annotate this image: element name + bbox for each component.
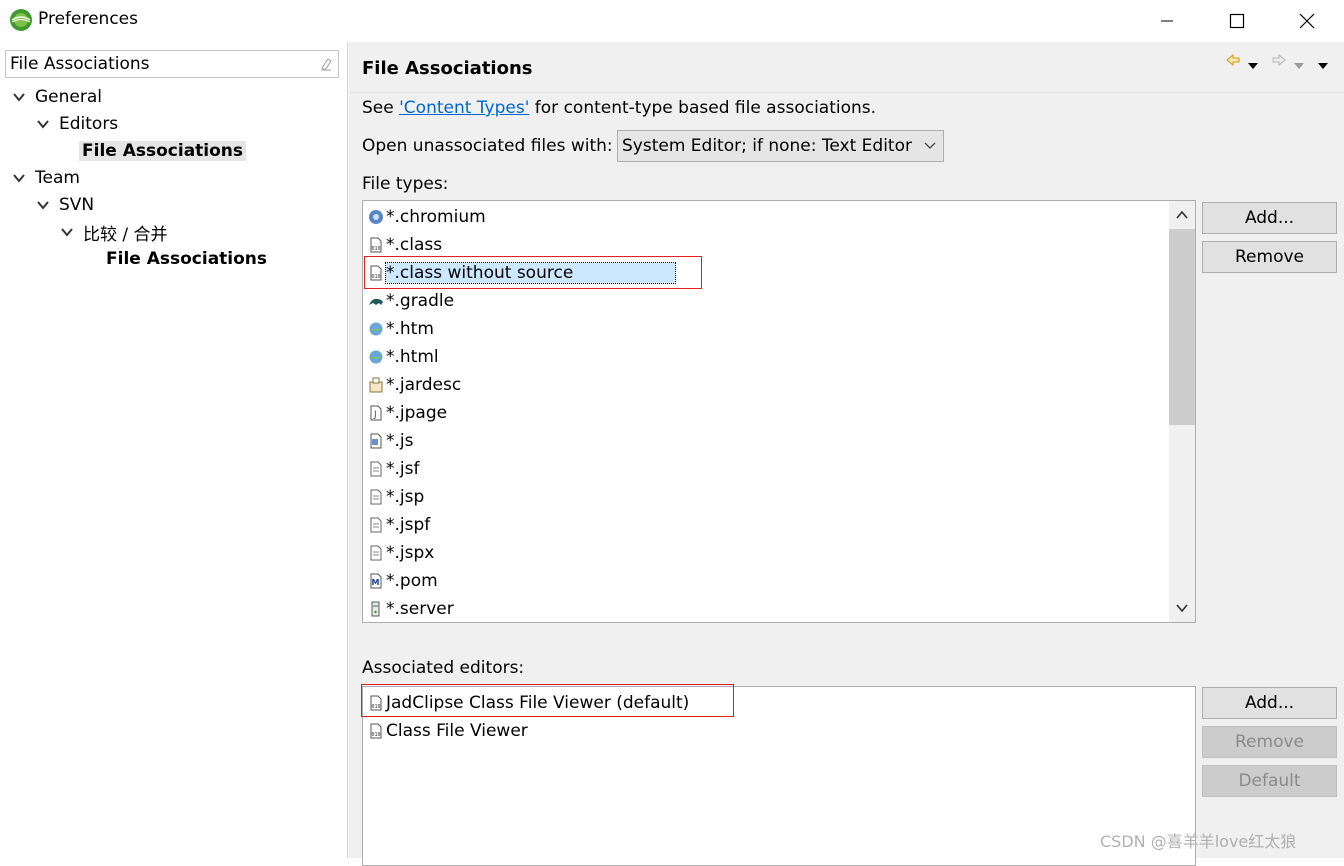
remove-file-type-button[interactable]: Remove [1202, 241, 1337, 273]
close-button[interactable] [1272, 0, 1342, 42]
add-editor-button[interactable]: Add... [1202, 687, 1337, 719]
chromium-icon [368, 209, 384, 225]
tree-item-label: SVN [59, 195, 95, 215]
highlight-box [361, 684, 734, 717]
globe-icon [368, 321, 384, 337]
list-item[interactable]: M *.pom [368, 567, 438, 595]
history-navigation [1225, 52, 1335, 72]
list-item[interactable]: *.gradle [368, 287, 454, 315]
list-item[interactable]: *.jspf [368, 511, 430, 539]
unassociated-editor-select[interactable]: System Editor; if none: Text Editor [617, 130, 944, 162]
chevron-down-icon[interactable] [10, 169, 28, 187]
eclipse-icon [10, 9, 32, 31]
scroll-down-icon[interactable] [1169, 594, 1195, 622]
class-file-icon: 010 [368, 237, 384, 253]
list-item[interactable]: *.jsf [368, 455, 419, 483]
preferences-navigation: General Editors File Associations Team S… [0, 42, 348, 858]
svg-text:010: 010 [372, 732, 381, 738]
list-item[interactable]: J *.jpage [368, 399, 447, 427]
unassociated-editor-value: System Editor; if none: Text Editor [622, 136, 912, 156]
svg-text:010: 010 [372, 246, 381, 252]
add-file-type-button[interactable]: Add... [1202, 202, 1337, 234]
list-item[interactable]: 010 *.class [368, 231, 442, 259]
title-bar: Preferences [0, 0, 1344, 42]
tree-item-label: Team [35, 168, 80, 188]
class-file-icon: 010 [368, 723, 384, 739]
chevron-down-icon[interactable] [58, 223, 76, 241]
chevron-down-icon [924, 142, 936, 149]
text-file-icon [368, 461, 384, 477]
list-item[interactable]: *.server [368, 595, 454, 622]
jar-icon [368, 377, 384, 393]
globe-icon [368, 349, 384, 365]
svg-text:M: M [372, 578, 380, 587]
list-item[interactable]: *.htm [368, 315, 434, 343]
list-item[interactable]: *.jardesc [368, 371, 461, 399]
tree-item-compare-merge[interactable]: 比较 / 合并 [58, 219, 171, 245]
chevron-down-icon[interactable] [34, 115, 52, 133]
tree-item-label: File Associations [79, 141, 247, 161]
tree-item-team[interactable]: Team [10, 165, 83, 191]
list-item[interactable]: *.jsp [368, 483, 424, 511]
tree-item-svn-file-associations[interactable]: File Associations [103, 246, 270, 272]
header-divider [349, 92, 1344, 93]
text-file-icon [368, 489, 384, 505]
hint-suffix: for content-type based file associations… [529, 98, 877, 118]
file-types-scrollbar[interactable] [1169, 201, 1195, 622]
filter-field[interactable] [5, 50, 339, 78]
minimize-icon [1161, 20, 1173, 22]
back-arrow-icon[interactable] [1225, 52, 1241, 73]
text-file-icon [368, 545, 384, 561]
maximize-button[interactable] [1202, 0, 1272, 42]
tree-item-label: Editors [59, 114, 119, 134]
file-associations-page: File Associations See 'Content Types' fo… [349, 42, 1344, 866]
maven-icon: M [368, 573, 384, 589]
tree-item-label: 比较 / 合并 [83, 224, 168, 245]
tree-item-label: File Associations [106, 249, 268, 269]
list-item[interactable]: 010 Class File Viewer [368, 717, 528, 745]
hint-prefix: See [362, 98, 400, 118]
chevron-down-icon[interactable] [34, 196, 52, 214]
remove-editor-button[interactable]: Remove [1202, 726, 1337, 758]
maximize-icon [1229, 13, 1245, 29]
clear-filter-icon[interactable] [318, 56, 334, 72]
gradle-icon [368, 293, 384, 309]
file-types-label: File types: [362, 174, 449, 194]
filter-input[interactable] [6, 51, 306, 77]
back-menu-icon[interactable] [1247, 56, 1259, 76]
minimize-button[interactable] [1132, 0, 1202, 42]
tree-item-editors[interactable]: Editors [34, 111, 121, 137]
content-types-link[interactable]: 'Content Types' [399, 98, 529, 118]
scrollbar-thumb[interactable] [1169, 229, 1195, 425]
forward-menu-icon[interactable] [1293, 56, 1305, 76]
java-page-icon: J [368, 405, 384, 421]
text-file-icon [368, 517, 384, 533]
list-item[interactable]: *.js [368, 427, 413, 455]
view-menu-icon[interactable] [1317, 56, 1329, 76]
list-item[interactable]: *.chromium [368, 203, 486, 231]
window-title: Preferences [38, 9, 138, 29]
forward-arrow-icon[interactable] [1271, 52, 1287, 73]
page-title: File Associations [362, 58, 533, 79]
tree-item-svn[interactable]: SVN [34, 192, 97, 218]
tree-item-label: General [35, 87, 102, 107]
tree-item-file-associations[interactable]: File Associations [79, 138, 247, 164]
tree-item-general[interactable]: General [10, 84, 105, 110]
server-icon [368, 601, 384, 617]
unassociated-label: Open unassociated files with: [362, 136, 613, 156]
content-types-hint: See 'Content Types' for content-type bas… [362, 98, 876, 118]
default-editor-button[interactable]: Default [1202, 765, 1337, 797]
list-item[interactable]: *.jspx [368, 539, 434, 567]
close-icon [1299, 13, 1315, 29]
scroll-up-icon[interactable] [1169, 201, 1195, 229]
associated-editors-label: Associated editors: [362, 658, 525, 678]
highlight-box [364, 256, 702, 289]
js-file-icon [368, 433, 384, 449]
svg-text:J: J [373, 410, 377, 420]
list-item[interactable]: *.html [368, 343, 439, 371]
chevron-down-icon[interactable] [10, 88, 28, 106]
watermark: CSDN @喜羊羊love红太狼 [1100, 832, 1297, 851]
